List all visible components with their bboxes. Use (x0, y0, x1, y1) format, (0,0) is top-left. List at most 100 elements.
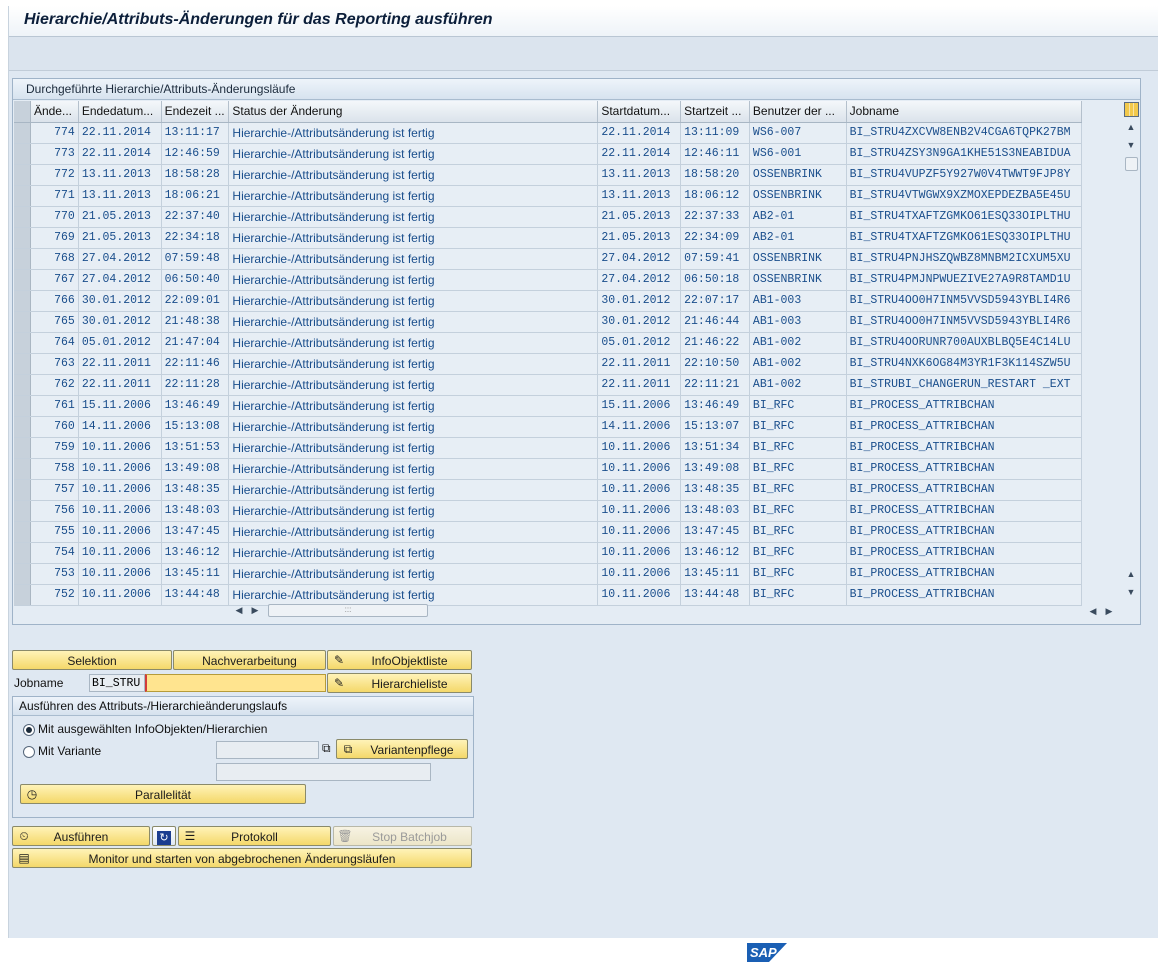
col-header-status[interactable]: Status der Änderung (229, 101, 599, 122)
col-header-benutzer[interactable]: Benutzer der ... (750, 101, 847, 122)
row-selector[interactable] (14, 543, 31, 563)
table-row[interactable]: 769 21.05.2013 22:34:18 Hierarchie-/Attribu… (14, 228, 1082, 249)
table-row[interactable]: 772 13.11.2013 18:58:28 Hierarchie-/Attribu… (14, 165, 1082, 186)
variantenpflege-button[interactable]: ⧉ Variantenpflege (336, 739, 468, 759)
row-selector[interactable] (14, 228, 31, 248)
radio-infoobjects-label[interactable]: Mit ausgewählten InfoObjekten/Hierarchie… (38, 722, 267, 736)
radio-infoobjects[interactable] (23, 724, 35, 736)
row-selector[interactable] (14, 459, 31, 479)
scroll-up-icon[interactable]: ▲ (1124, 121, 1138, 133)
table-row[interactable]: 753 10.11.2006 13:45:11 Hierarchie-/Attribu… (14, 564, 1082, 585)
refresh-button[interactable]: ↻ (152, 826, 176, 846)
row-selector[interactable] (14, 417, 31, 437)
monitor-button[interactable]: ▤ Monitor und starten von abgebrochenen … (12, 848, 472, 868)
cell-status: Hierarchie-/Attributsänderung ist fertig (229, 123, 599, 143)
cell-startdatum: 27.04.2012 (598, 270, 682, 290)
table-row[interactable]: 760 14.11.2006 15:13:08 Hierarchie-/Attribu… (14, 417, 1082, 438)
col-header-startzeit[interactable]: Startzeit ... (681, 101, 750, 122)
cell-endedatum: 10.11.2006 (79, 564, 162, 584)
hierarchieliste-button[interactable]: ✎ Hierarchieliste (327, 673, 472, 693)
cell-endezeit: 22:34:18 (162, 228, 230, 248)
table-row[interactable]: 752 10.11.2006 13:44:48 Hierarchie-/Attribu… (14, 585, 1082, 606)
table-row[interactable]: 754 10.11.2006 13:46:12 Hierarchie-/Attribu… (14, 543, 1082, 564)
table-row[interactable]: 764 05.01.2012 21:47:04 Hierarchie-/Attribu… (14, 333, 1082, 354)
table-row[interactable]: 761 15.11.2006 13:46:49 Hierarchie-/Attribu… (14, 396, 1082, 417)
row-selector[interactable] (14, 144, 31, 164)
table-row[interactable]: 765 30.01.2012 21:48:38 Hierarchie-/Attribu… (14, 312, 1082, 333)
table-row[interactable]: 774 22.11.2014 13:11:17 Hierarchie-/Attribu… (14, 123, 1082, 144)
stop-batchjob-button[interactable]: 🗑 Stop Batchjob (333, 826, 472, 846)
ausfuehren-button[interactable]: ⏲ Ausführen (12, 826, 150, 846)
col-header-endezeit[interactable]: Endezeit ... (162, 101, 230, 122)
scroll-down-icon[interactable]: ▼ (1124, 139, 1138, 151)
table-row[interactable]: 771 13.11.2013 18:06:21 Hierarchie-/Attribu… (14, 186, 1082, 207)
jobname-input[interactable] (145, 674, 326, 692)
table-row[interactable]: 773 22.11.2014 12:46:59 Hierarchie-/Attribu… (14, 144, 1082, 165)
cell-endezeit: 13:46:49 (162, 396, 230, 416)
table-row[interactable]: 758 10.11.2006 13:49:08 Hierarchie-/Attribu… (14, 459, 1082, 480)
table-row[interactable]: 763 22.11.2011 22:11:46 Hierarchie-/Attribu… (14, 354, 1082, 375)
row-selector[interactable] (14, 333, 31, 353)
changerun-table[interactable]: Ände... Endedatum... Endezeit ... Status… (14, 101, 1082, 606)
row-selector[interactable] (14, 312, 31, 332)
cell-status: Hierarchie-/Attributsänderung ist fertig (229, 144, 599, 164)
radio-variante-label[interactable]: Mit Variante (38, 744, 101, 758)
table-row[interactable]: 767 27.04.2012 06:50:40 Hierarchie-/Attribu… (14, 270, 1082, 291)
selektion-button[interactable]: Selektion (12, 650, 172, 670)
row-selector[interactable] (14, 480, 31, 500)
row-selector[interactable] (14, 375, 31, 395)
vertical-scroll-thumb[interactable] (1125, 157, 1138, 171)
nachverarbeitung-button[interactable]: Nachverarbeitung (173, 650, 326, 670)
row-selector[interactable] (14, 522, 31, 542)
table-row[interactable]: 757 10.11.2006 13:48:35 Hierarchie-/Attribu… (14, 480, 1082, 501)
table-row[interactable]: 770 21.05.2013 22:37:40 Hierarchie-/Attribu… (14, 207, 1082, 228)
row-selector[interactable] (14, 186, 31, 206)
scroll-right-icon[interactable]: ▶ (248, 604, 262, 616)
vertical-scrollbar[interactable]: ▲ ▼ ▲ ▼ (1123, 101, 1139, 599)
row-selector[interactable] (14, 123, 31, 143)
row-selector[interactable] (14, 291, 31, 311)
cell-aenderung: 758 (31, 459, 79, 479)
table-row[interactable]: 762 22.11.2011 22:11:28 Hierarchie-/Attribu… (14, 375, 1082, 396)
variante-input[interactable] (216, 741, 319, 759)
horizontal-scrollbar[interactable]: ◀ ▶ ::: (232, 603, 428, 617)
row-selector[interactable] (14, 207, 31, 227)
parallelitaet-button[interactable]: ◷ Parallelität (20, 784, 306, 804)
row-selector[interactable] (14, 585, 31, 605)
table-row[interactable]: 766 30.01.2012 22:09:01 Hierarchie-/Attribu… (14, 291, 1082, 312)
col-header-aenderung[interactable]: Ände... (31, 101, 79, 122)
scroll-page-down-icon[interactable]: ▼ (1124, 586, 1138, 598)
scroll-page-up-icon[interactable]: ▲ (1124, 568, 1138, 580)
radio-variante[interactable] (23, 746, 35, 758)
row-selector[interactable] (14, 564, 31, 584)
cell-jobname: BI_STRU4NXK6OG84M3YR1F3K114SZW5U (847, 354, 1082, 374)
scroll-left-icon[interactable]: ◀ (232, 604, 246, 616)
scroll-right-2-icon[interactable]: ▶ (1102, 605, 1116, 617)
select-all-cell[interactable] (14, 101, 31, 122)
cell-startdatum: 10.11.2006 (598, 438, 682, 458)
row-selector[interactable] (14, 501, 31, 521)
cell-benutzer: BI_RFC (750, 396, 847, 416)
row-selector[interactable] (14, 354, 31, 374)
row-selector[interactable] (14, 165, 31, 185)
scroll-left-2-icon[interactable]: ◀ (1086, 605, 1100, 617)
infoobjektliste-button[interactable]: ✎ InfoObjektliste (327, 650, 472, 670)
col-header-endedatum[interactable]: Endedatum... (79, 101, 162, 122)
cell-benutzer: AB1-003 (750, 312, 847, 332)
row-selector[interactable] (14, 249, 31, 269)
col-header-jobname[interactable]: Jobname (847, 101, 1082, 122)
row-selector[interactable] (14, 438, 31, 458)
cell-aenderung: 759 (31, 438, 79, 458)
protokoll-button[interactable]: ☰ Protokoll (178, 826, 331, 846)
col-header-startdatum[interactable]: Startdatum... (598, 101, 682, 122)
table-row[interactable]: 755 10.11.2006 13:47:45 Hierarchie-/Attribu… (14, 522, 1082, 543)
table-row[interactable]: 759 10.11.2006 13:51:53 Hierarchie-/Attribu… (14, 438, 1082, 459)
row-selector[interactable] (14, 270, 31, 290)
cell-status: Hierarchie-/Attributsänderung ist fertig (229, 312, 599, 332)
horizontal-scroll-thumb[interactable]: ::: (268, 604, 428, 617)
table-row[interactable]: 756 10.11.2006 13:48:03 Hierarchie-/Attribu… (14, 501, 1082, 522)
variante-f4-icon[interactable]: ⧉ (322, 741, 331, 756)
row-selector[interactable] (14, 396, 31, 416)
table-row[interactable]: 768 27.04.2012 07:59:48 Hierarchie-/Attribu… (14, 249, 1082, 270)
cell-startzeit: 22:34:09 (681, 228, 750, 248)
